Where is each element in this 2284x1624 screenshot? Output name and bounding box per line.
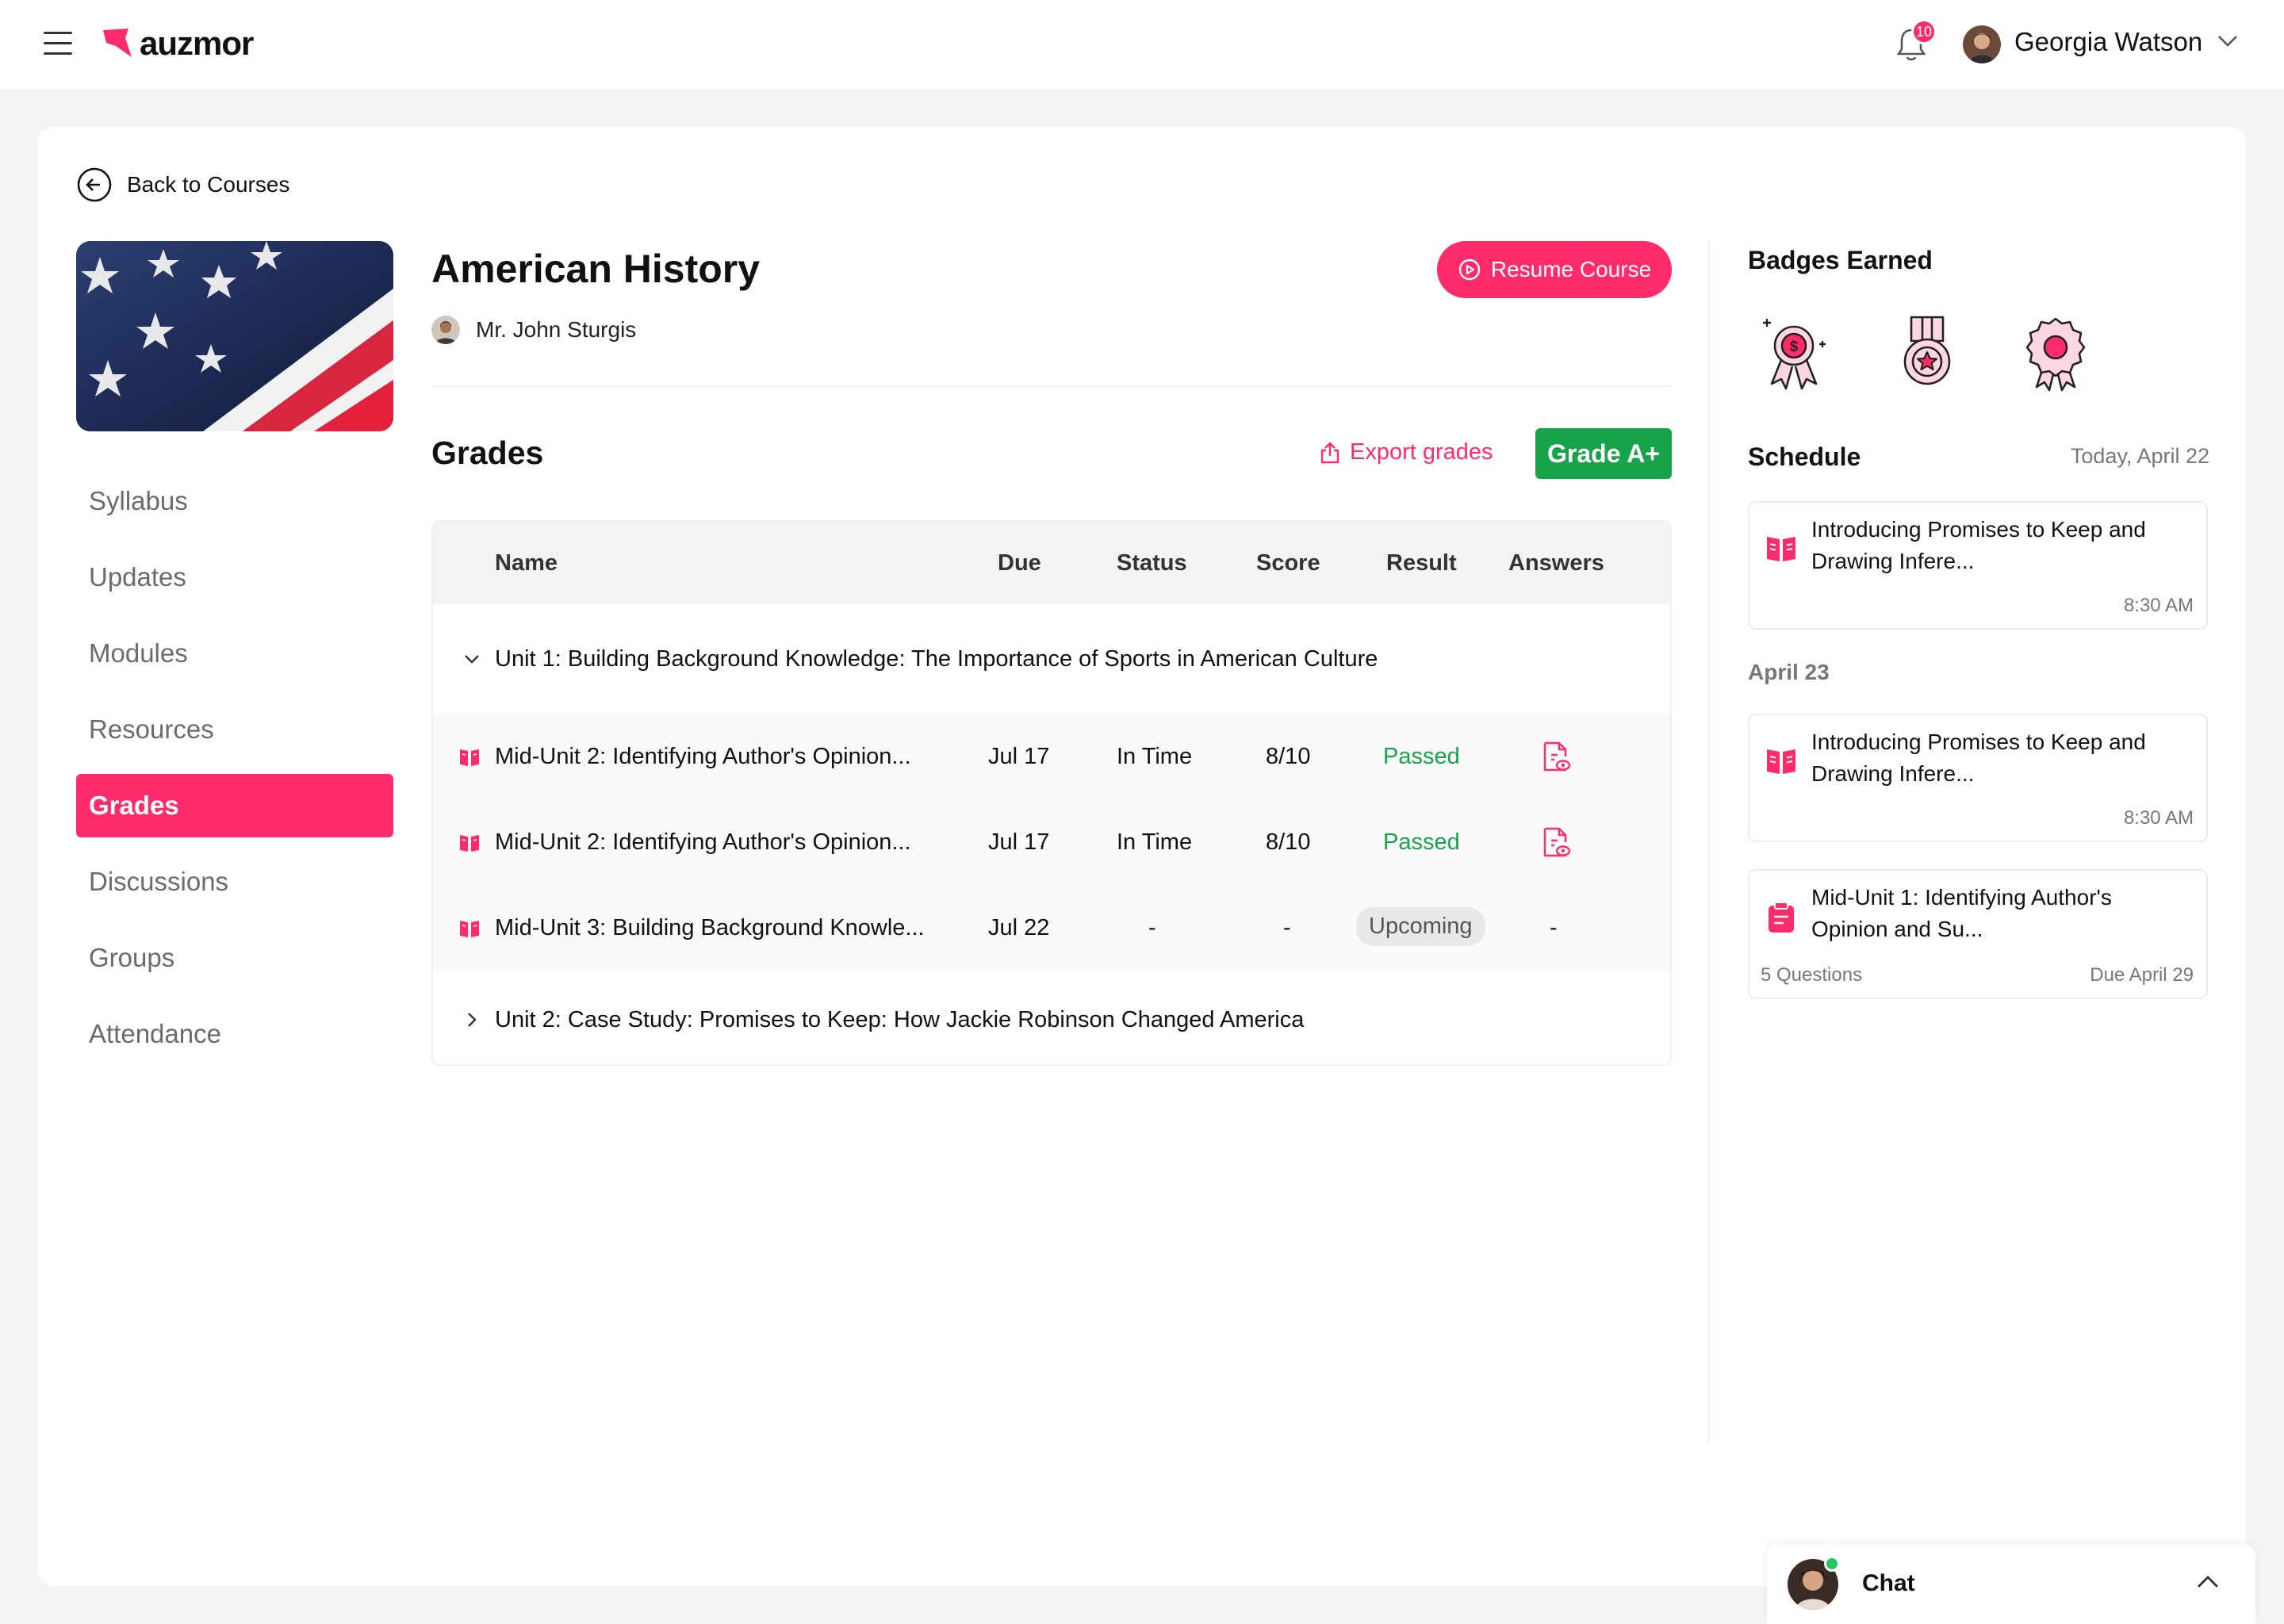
schedule-card[interactable]: Introducing Promises to Keep and Drawing… [1748,501,2208,630]
book-icon [460,749,479,766]
resume-course-button[interactable]: Resume Course [1437,241,1672,298]
column-header-name: Name [495,550,558,576]
nav-item-syllabus[interactable]: Syllabus [76,469,393,533]
grades-table: Name Due Status Score Result Answers Uni… [431,520,1672,1066]
nav-item-modules[interactable]: Modules [76,622,393,685]
row-score: - [1283,915,1291,940]
schedule-card-title: Mid-Unit 1: Identifying Author's Opinion… [1811,885,2112,941]
book-icon [460,835,479,852]
row-result-upcoming-badge: Upcoming [1356,907,1485,946]
row-score: 8/10 [1266,829,1311,855]
row-answers: - [1550,915,1558,940]
chat-widget[interactable]: Chat [1767,1545,2255,1624]
nav-item-discussions[interactable]: Discussions [76,850,393,914]
chevron-down-icon[interactable] [463,653,481,665]
view-answers-icon[interactable] [1542,741,1570,774]
nav-item-resources[interactable]: Resources [76,698,393,761]
chevron-right-icon[interactable] [466,1011,477,1028]
row-due: Jul 17 [988,744,1050,769]
resume-course-label: Resume Course [1490,257,1652,282]
sidebar-divider [1708,241,1710,1443]
column-header-status: Status [1117,550,1187,576]
book-icon [1767,537,1795,561]
teacher-name: Mr. John Sturgis [476,317,637,342]
teacher-avatar [431,316,460,344]
back-arrow-icon [77,167,112,202]
nav-item-attendance[interactable]: Attendance [76,1002,393,1066]
export-icon [1320,442,1339,463]
notification-count-badge: 10 [1911,19,1937,44]
clipboard-icon [1769,902,1794,933]
unit-label: Unit 1: Building Background Knowledge: T… [495,645,1378,672]
schedule-card-questions: 5 Questions [1761,964,1863,986]
unit-row-1[interactable]: Unit 1: Building Background Knowledge: T… [433,604,1670,714]
row-status: - [1148,915,1156,940]
nav-item-groups[interactable]: Groups [76,926,393,990]
column-header-answers: Answers [1508,550,1604,576]
badges-title: Badges Earned [1748,246,1933,274]
back-label: Back to Courses [127,172,290,197]
schedule-card[interactable]: Introducing Promises to Keep and Drawing… [1748,714,2208,842]
schedule-card-due: Due April 29 [2090,964,2194,986]
rosette-icon [2025,317,2086,392]
book-icon [460,921,479,937]
unit-row-2[interactable]: Unit 2: Case Study: Promises to Keep: Ho… [433,971,1670,1064]
row-result: Passed [1383,744,1460,769]
dollar-medal-icon: $ [1763,319,1826,390]
row-status: In Time [1117,744,1193,769]
schedule-card-time: 8:30 AM [2123,595,2194,616]
overall-grade-badge: Grade A+ [1535,428,1672,479]
book-icon [1767,749,1795,774]
course-image [76,241,393,431]
star-medal-icon [1903,316,1951,385]
schedule-day-label: April 23 [1748,660,1830,684]
table-header: Name Due Status Score Result Answers [433,522,1670,604]
online-status-dot [1824,1556,1840,1572]
chat-label: Chat [1862,1570,1915,1596]
user-avatar[interactable] [1963,25,2001,63]
auzmor-logo[interactable]: auzmor [102,24,254,63]
logo-mark-icon [103,29,132,57]
top-bar: auzmor 10 Georgia Watson [0,0,2284,89]
row-status: In Time [1117,829,1193,855]
row-due: Jul 22 [988,915,1050,940]
column-header-due: Due [998,550,1041,576]
svg-text:$: $ [1790,339,1799,355]
view-answers-icon[interactable] [1542,826,1570,860]
hamburger-menu-icon[interactable] [44,32,72,56]
teacher-info: Mr. John Sturgis [431,316,636,344]
schedule-card[interactable]: Mid-Unit 1: Identifying Author's Opinion… [1748,869,2208,999]
course-nav: Syllabus Updates Modules Resources Grade… [76,469,393,1078]
table-row[interactable]: Mid-Unit 2: Identifying Author's Opinion… [433,799,1670,885]
export-grades-button[interactable]: Export grades [1318,439,1493,465]
export-grades-label: Export grades [1350,439,1493,465]
schedule-today-label: Today, April 22 [2070,444,2209,468]
logo-text: auzmor [140,25,254,62]
row-name[interactable]: Mid-Unit 2: Identifying Author's Opinion… [495,829,911,856]
row-name[interactable]: Mid-Unit 2: Identifying Author's Opinion… [495,744,911,770]
schedule-card-title: Introducing Promises to Keep and Drawing… [1811,730,2146,786]
play-circle-icon [1458,259,1481,281]
nav-item-grades[interactable]: Grades [76,774,393,837]
row-score: 8/10 [1266,744,1311,769]
unit-label: Unit 2: Case Study: Promises to Keep: Ho… [495,1006,1305,1032]
chevron-down-icon[interactable] [2217,35,2238,48]
course-title: American History [431,247,761,291]
schedule-title: Schedule [1748,442,1861,471]
schedule-card-time: 8:30 AM [2123,807,2194,829]
column-header-result: Result [1386,550,1457,576]
column-header-score: Score [1256,550,1320,576]
grades-title: Grades [431,435,544,471]
nav-item-updates[interactable]: Updates [76,546,393,609]
row-name[interactable]: Mid-Unit 3: Building Background Knowle..… [495,915,925,941]
header-divider [431,385,1672,387]
table-row[interactable]: Mid-Unit 3: Building Background Knowle..… [433,885,1670,971]
user-name[interactable]: Georgia Watson [2014,27,2202,57]
back-to-courses-link[interactable]: Back to Courses [76,167,289,203]
row-due: Jul 17 [988,829,1050,855]
row-result: Passed [1383,829,1460,855]
schedule-card-title: Introducing Promises to Keep and Drawing… [1811,517,2146,573]
chevron-up-icon[interactable] [2195,1573,2221,1591]
table-row[interactable]: Mid-Unit 2: Identifying Author's Opinion… [433,714,1670,799]
